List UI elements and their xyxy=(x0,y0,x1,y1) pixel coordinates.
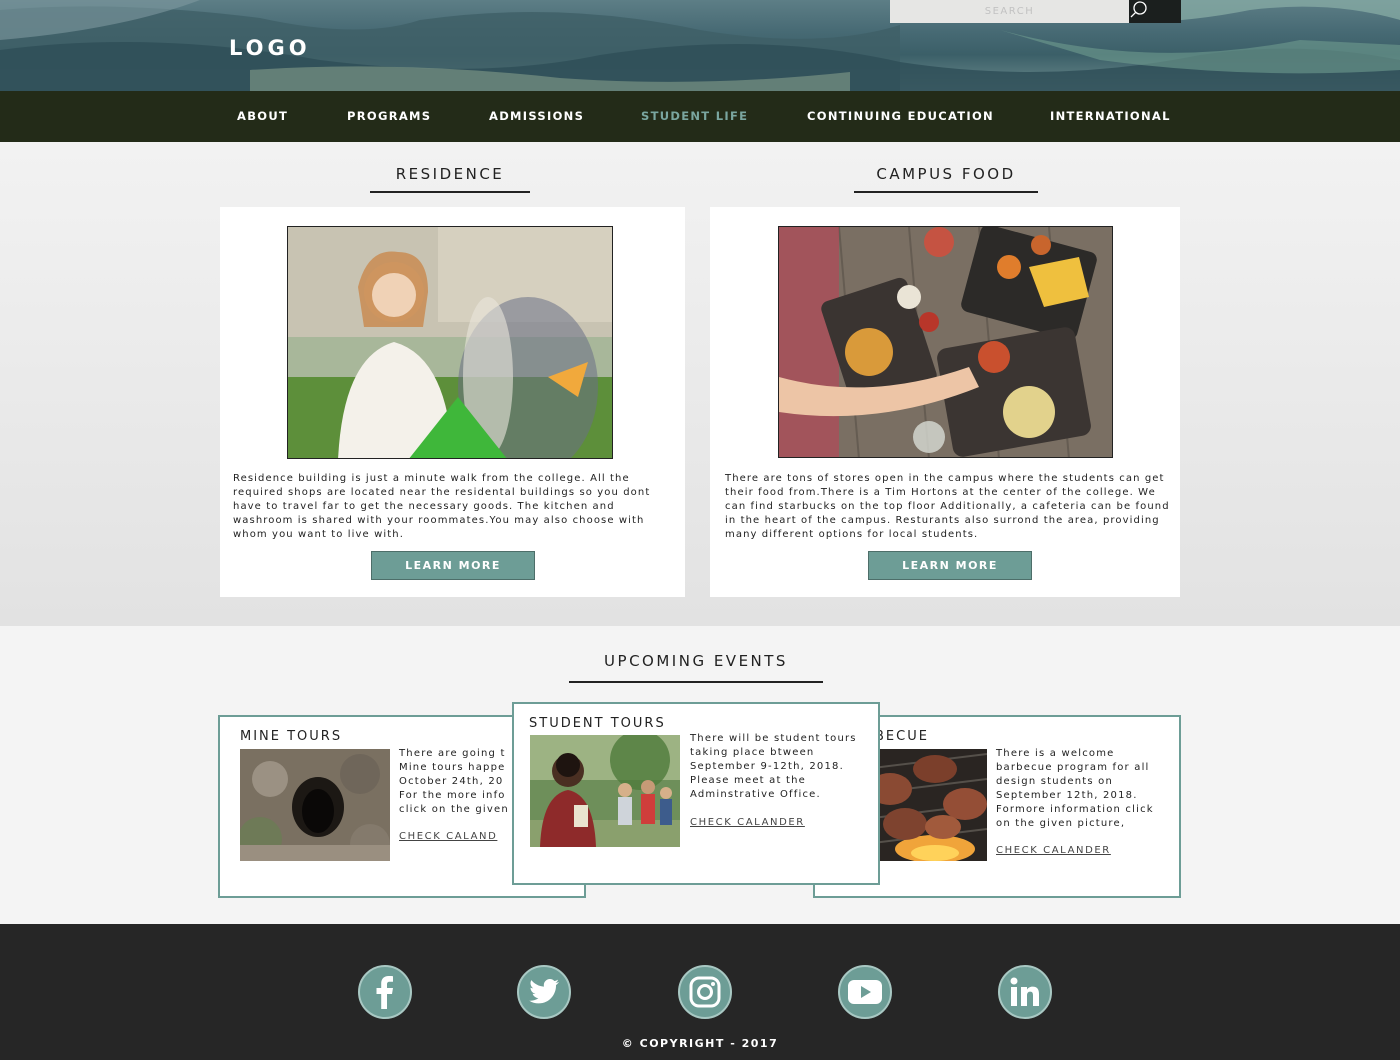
facebook-icon xyxy=(376,976,393,1009)
logo[interactable]: LOGO xyxy=(229,36,311,60)
residence-photo xyxy=(287,226,613,459)
mine-entrance-image xyxy=(240,749,390,861)
event-title: STUDENT TOURS xyxy=(529,716,666,731)
event-title: BECUE xyxy=(875,729,929,744)
linkedin-icon xyxy=(1010,977,1039,1006)
main-nav: ABOUT PROGRAMS ADMISSIONS STUDENT LIFE C… xyxy=(0,91,1400,142)
student-life-section: RESIDENCE CAMPUS FOOD Residence building… xyxy=(0,142,1400,626)
campus-food-learn-more-button[interactable]: LEARN MORE xyxy=(868,551,1032,580)
nav-item-programs[interactable]: PROGRAMS xyxy=(347,91,431,142)
header-banner: LOGO xyxy=(0,0,1400,91)
search-input[interactable] xyxy=(890,0,1129,23)
copyright-text: COPYRIGHT - 2017 xyxy=(639,1037,779,1050)
check-calendar-link[interactable]: CHECK CALAND xyxy=(399,831,497,842)
landscape-background xyxy=(0,0,1400,91)
nav-item-international[interactable]: INTERNATIONAL xyxy=(1050,91,1171,142)
event-description: There is a welcome barbecue program for … xyxy=(996,748,1154,829)
check-calendar-link[interactable]: CHECK CALANDER xyxy=(690,817,805,828)
linkedin-link[interactable] xyxy=(998,965,1052,1019)
residence-description: Residence building is just a minute walk… xyxy=(233,473,651,540)
campus-food-photo xyxy=(778,226,1113,458)
campus-food-heading: CAMPUS FOOD xyxy=(876,165,1016,183)
divider xyxy=(370,191,530,193)
grill-image xyxy=(865,749,987,861)
nav-item-about[interactable]: ABOUT xyxy=(237,91,288,142)
event-card-student-tours[interactable]: STUDENT TOURS There will be student tour… xyxy=(512,702,880,885)
twitter-link[interactable] xyxy=(517,965,571,1019)
upcoming-events-heading: UPCOMING EVENTS xyxy=(604,652,788,670)
mine-tours-image[interactable] xyxy=(240,749,390,861)
search-icon xyxy=(1130,1,1147,18)
check-calendar-link[interactable]: CHECK CALANDER xyxy=(996,845,1111,856)
residence-card: Residence building is just a minute walk… xyxy=(220,207,685,597)
twitter-icon xyxy=(529,979,559,1004)
campus-food-card: There are tons of stores open in the cam… xyxy=(710,207,1180,597)
event-title: MINE TOURS xyxy=(240,729,343,744)
student-tours-image[interactable] xyxy=(530,735,680,847)
footer: © COPYRIGHT - 2017 xyxy=(0,924,1400,1060)
search-button[interactable] xyxy=(1129,0,1181,23)
barbecue-image[interactable] xyxy=(865,749,987,861)
facebook-link[interactable] xyxy=(358,965,412,1019)
residence-learn-more-button[interactable]: LEARN MORE xyxy=(371,551,535,580)
food-table-image xyxy=(779,227,1112,457)
copyright: © COPYRIGHT - 2017 xyxy=(0,1037,1400,1050)
residence-heading: RESIDENCE xyxy=(395,165,505,183)
nav-item-admissions[interactable]: ADMISSIONS xyxy=(489,91,584,142)
event-description: There are going t Mine tours happe Octob… xyxy=(399,748,509,815)
upcoming-events-section: UPCOMING EVENTS MINE TOURS There are goi… xyxy=(0,626,1400,924)
copyright-icon: © xyxy=(621,1037,635,1050)
youtube-link[interactable] xyxy=(838,965,892,1019)
nav-item-continuing-education[interactable]: CONTINUING EDUCATION xyxy=(807,91,994,142)
campus-food-description: There are tons of stores open in the cam… xyxy=(725,473,1170,540)
students-image xyxy=(288,227,612,458)
nav-item-student-life[interactable]: STUDENT LIFE xyxy=(641,91,748,142)
divider xyxy=(569,681,823,683)
divider xyxy=(854,191,1038,193)
students-outdoor-image xyxy=(530,735,680,847)
instagram-icon xyxy=(689,976,721,1008)
event-description: There will be student tours taking place… xyxy=(690,733,857,800)
instagram-link[interactable] xyxy=(678,965,732,1019)
youtube-icon xyxy=(848,980,882,1004)
